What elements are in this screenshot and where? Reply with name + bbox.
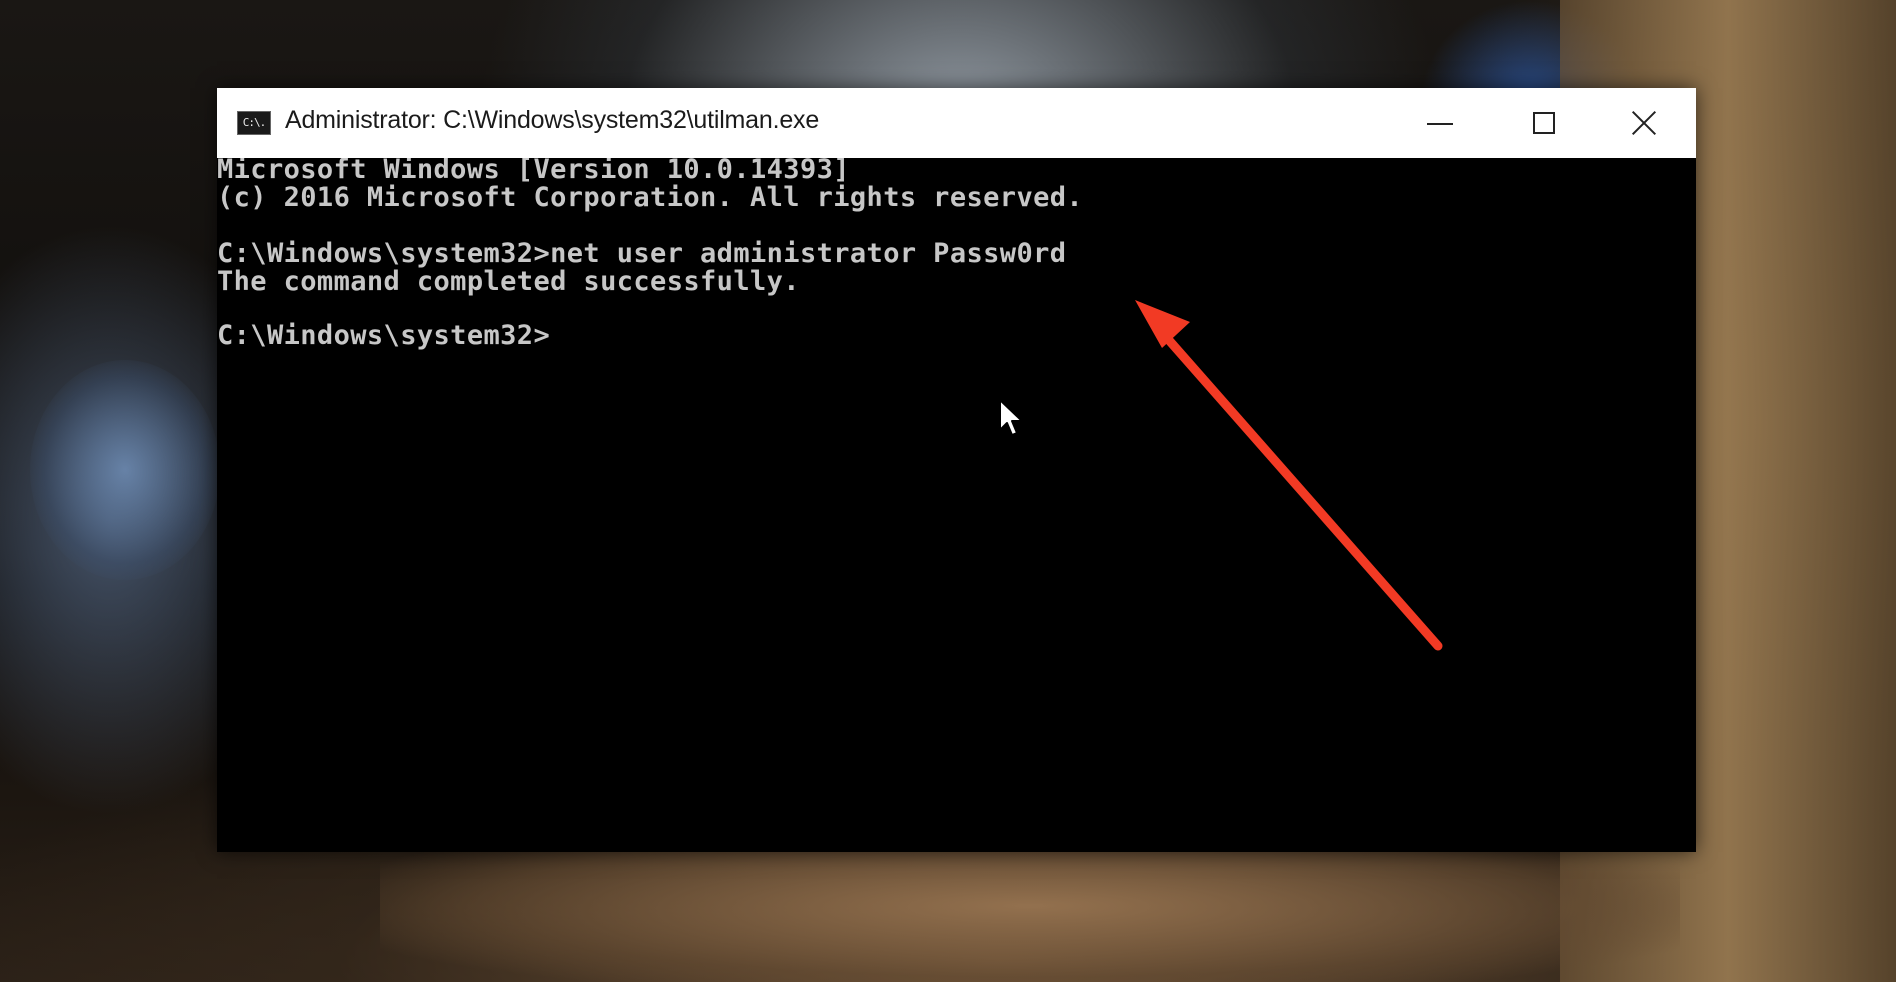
- title-bar[interactable]: C:\. Administrator: C:\Windows\system32\…: [217, 88, 1696, 158]
- console-prompt[interactable]: C:\Windows\system32>: [217, 322, 550, 350]
- mouse-cursor-icon: [999, 399, 1023, 436]
- background-sand: [380, 850, 1680, 982]
- console-line: C:\Windows\system32>net user administrat…: [217, 238, 1067, 269]
- background-sky-left: [30, 360, 220, 580]
- console-line: The command completed successfully.: [217, 266, 800, 297]
- command-prompt-window[interactable]: C:\. Administrator: C:\Windows\system32\…: [217, 88, 1696, 852]
- console-line: (c) 2016 Microsoft Corporation. All righ…: [217, 182, 1084, 213]
- minimize-icon: [1427, 123, 1453, 125]
- window-title: Administrator: C:\Windows\system32\utilm…: [285, 106, 820, 134]
- cmd-icon: C:\.: [237, 111, 271, 135]
- minimize-button[interactable]: [1388, 88, 1492, 158]
- close-icon: [1630, 109, 1658, 137]
- close-button[interactable]: [1592, 88, 1696, 158]
- maximize-icon: [1533, 112, 1555, 134]
- maximize-button[interactable]: [1492, 88, 1596, 158]
- console-line: Microsoft Windows [Version 10.0.14393]: [217, 158, 850, 185]
- console-output[interactable]: Microsoft Windows [Version 10.0.14393] (…: [217, 158, 1696, 852]
